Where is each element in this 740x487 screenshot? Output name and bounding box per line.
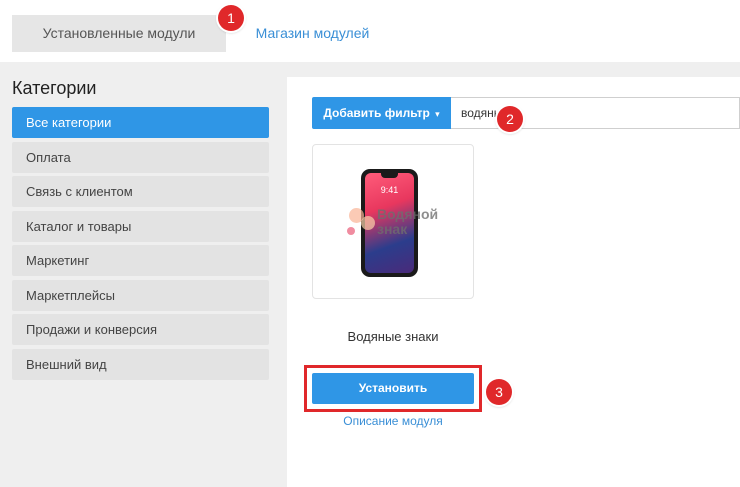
tab-installed-modules[interactable]: Установленные модули (12, 15, 226, 52)
tabs-bar: Установленные модули Магазин модулей (0, 0, 740, 62)
watermark-text: Водяной знак (377, 207, 438, 237)
categories-title: Категории (12, 78, 97, 98)
watermark-line1: Водяной (377, 206, 439, 222)
watermark-dot (361, 216, 375, 230)
module-card[interactable]: 9:41 Водяной знак (312, 144, 474, 299)
caret-down-icon: ▾ (435, 109, 440, 119)
category-marketplaces[interactable]: Маркетплейсы (12, 279, 269, 311)
watermark-dot (347, 227, 355, 235)
callout-badge-2: 2 (497, 106, 523, 132)
tab-module-store[interactable]: Магазин модулей (226, 15, 399, 52)
phone-clock: 9:41 (380, 185, 399, 195)
module-name: Водяные знаки (347, 329, 439, 344)
add-filter-button[interactable]: Добавить фильтр ▾ (312, 97, 451, 129)
category-catalog[interactable]: Каталог и товары (12, 210, 269, 242)
category-payment[interactable]: Оплата (12, 141, 269, 173)
callout-badge-1: 1 (218, 5, 244, 31)
category-appearance[interactable]: Внешний вид (12, 348, 269, 380)
category-customer-contact[interactable]: Связь с клиентом (12, 176, 269, 207)
callout-badge-3: 3 (486, 379, 512, 405)
module-store-panel: Добавить фильтр ▾ 9:41 Водяной знак Водя… (287, 77, 740, 487)
add-filter-label: Добавить фильтр (323, 106, 430, 120)
categories-list: Все категории Оплата Связь с клиентом Ка… (12, 107, 269, 383)
watermark-line2: знак (377, 221, 408, 237)
category-marketing[interactable]: Маркетинг (12, 245, 269, 276)
module-description-link[interactable]: Описание модуля (312, 414, 474, 428)
category-sales-conversion[interactable]: Продажи и конверсия (12, 314, 269, 345)
module-search-input[interactable] (451, 97, 740, 129)
category-all[interactable]: Все категории (12, 107, 269, 138)
install-button[interactable]: Установить (312, 373, 474, 404)
phone-notch (381, 173, 398, 178)
